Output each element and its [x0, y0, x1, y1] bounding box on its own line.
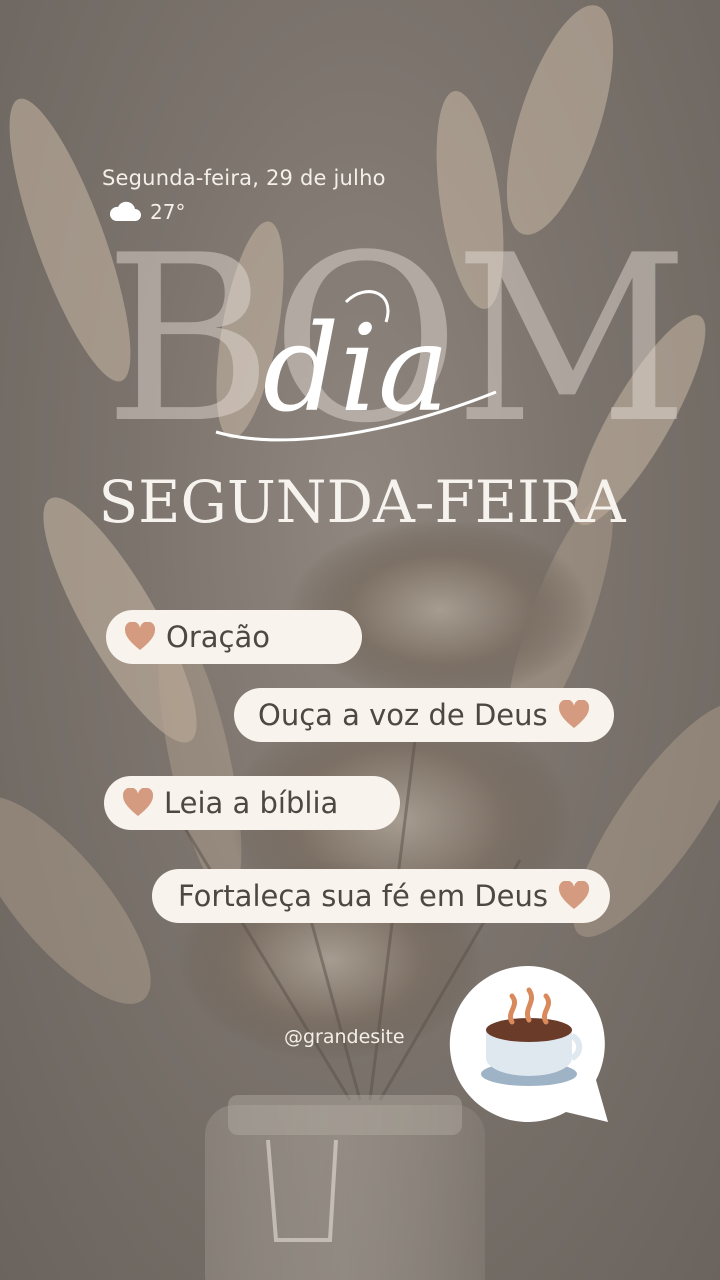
date-label: Segunda-feira, 29 de julho [102, 166, 386, 190]
heart-icon [124, 622, 156, 650]
heart-icon [122, 788, 154, 816]
checklist-item-ouca: Ouça a voz de Deus [234, 688, 614, 742]
story-canvas: Segunda-feira, 29 de julho 27° BOM dia S… [0, 0, 720, 1280]
checklist-item-label: Oração [166, 620, 270, 654]
heart-icon [558, 700, 589, 728]
checklist-item-label: Ouça a voz de Deus [258, 698, 548, 732]
weekday-title: SEGUNDA-FEIRA [98, 468, 626, 536]
heart-icon [559, 881, 590, 909]
checklist-item-leia: Leia a bíblia [104, 776, 400, 830]
checklist-item-label: Fortaleça sua fé em Deus [178, 879, 549, 913]
checklist-item-fortaleca: Fortaleça sua fé em Deus [152, 869, 610, 923]
dia-script-title: dia [215, 290, 497, 442]
checklist-item-label: Leia a bíblia [164, 786, 339, 820]
checklist-item-oracao: Oração [106, 610, 362, 664]
instagram-handle[interactable]: @grandesite [284, 1026, 405, 1048]
coffee-sticker [449, 965, 608, 1122]
